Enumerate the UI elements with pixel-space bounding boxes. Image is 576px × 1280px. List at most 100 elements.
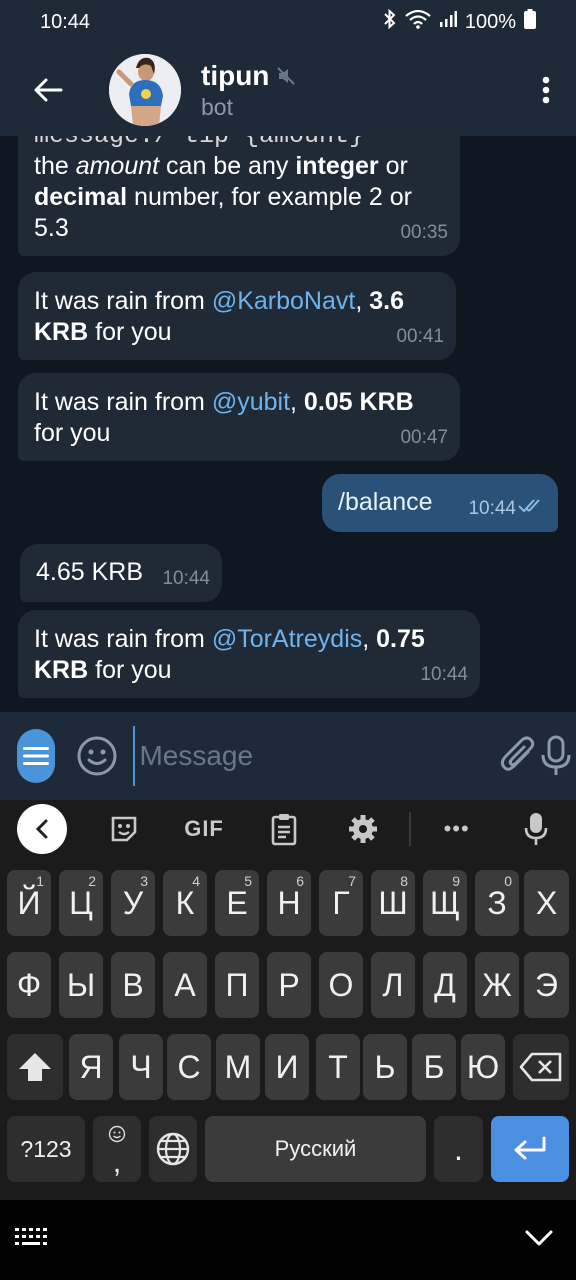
message-text: It was rain from @yubit, 0.05 KRB for you: [34, 388, 414, 447]
key[interactable]: Е5: [215, 870, 259, 936]
key[interactable]: Д: [423, 952, 467, 1018]
key[interactable]: Ь: [363, 1034, 407, 1100]
message-bubble-outgoing[interactable]: /balance 10:44: [322, 474, 558, 532]
double-check-icon: [518, 491, 546, 522]
key[interactable]: Х: [524, 870, 569, 936]
user-mention-link[interactable]: @TorAtreydis: [212, 625, 362, 653]
key[interactable]: Й1: [7, 870, 51, 936]
message-line: decimal number, for example 2 or: [34, 183, 412, 211]
keyboard-collapse-button[interactable]: [17, 804, 67, 854]
globe-icon: [156, 1132, 190, 1166]
key-row-1: Й1 Ц2 У3 К4 Е5 Н6 Г7 Ш8 Щ9 З0 Х: [0, 870, 576, 936]
message-bubble[interactable]: message:/ tip {amount} the amount can be…: [18, 136, 460, 256]
gif-button[interactable]: GIF: [164, 816, 244, 842]
voice-input-button[interactable]: [496, 812, 576, 846]
key[interactable]: К4: [163, 870, 207, 936]
key[interactable]: У3: [111, 870, 155, 936]
message-bubble[interactable]: 4.65 KRB 10:44: [20, 544, 222, 602]
chat-title-row[interactable]: tipun: [201, 60, 516, 92]
period-key[interactable]: .: [434, 1116, 483, 1182]
chat-header: tipun bot: [0, 44, 576, 136]
key[interactable]: Л: [371, 952, 415, 1018]
chat-area[interactable]: message:/ tip {amount} the amount can be…: [0, 136, 576, 712]
more-tools-button[interactable]: •••: [417, 816, 497, 842]
keyboard-switch-button[interactable]: [14, 1226, 50, 1255]
keyboard: GIF ••• Й1 Ц2 У3 К4 Е5 Н6 Г7 Ш8 Щ9 З0 Х …: [0, 800, 576, 1200]
avatar[interactable]: [109, 54, 181, 126]
status-time: 10:44: [40, 10, 91, 33]
space-key[interactable]: Русский: [205, 1116, 426, 1182]
backspace-key[interactable]: [513, 1034, 569, 1100]
key[interactable]: Р: [267, 952, 311, 1018]
message-time: 10:44: [468, 498, 516, 519]
navigation-bar: [0, 1200, 576, 1280]
message-input-bar: [0, 712, 576, 800]
back-button[interactable]: [0, 44, 96, 136]
key[interactable]: В: [111, 952, 155, 1018]
numbers-key[interactable]: ?123: [7, 1116, 85, 1182]
key[interactable]: З0: [475, 870, 519, 936]
key[interactable]: Б: [412, 1034, 456, 1100]
key[interactable]: Н6: [267, 870, 311, 936]
key[interactable]: С: [167, 1034, 211, 1100]
keyboard-settings-button[interactable]: [323, 813, 403, 845]
key[interactable]: Ф: [7, 952, 51, 1018]
key[interactable]: Ю: [461, 1034, 505, 1100]
message-bubble[interactable]: It was rain from @yubit, 0.05 KRB for you…: [18, 373, 460, 461]
hide-keyboard-button[interactable]: [524, 1229, 554, 1252]
emoji-comma-key[interactable]: ,: [93, 1116, 141, 1182]
key-row-2: Ф Ы В А П Р О Л Д Ж Э: [0, 952, 576, 1018]
key[interactable]: Ж: [475, 952, 519, 1018]
message-time: 00:41: [396, 326, 444, 347]
language-key[interactable]: [149, 1116, 197, 1182]
message-line: message:/ tip {amount}: [34, 136, 444, 151]
key[interactable]: О: [319, 952, 363, 1018]
key[interactable]: Ы: [59, 952, 103, 1018]
user-mention-link[interactable]: @KarboNavt: [212, 287, 356, 315]
emoji-button[interactable]: [75, 734, 119, 778]
gear-icon: [349, 815, 378, 843]
bluetooth-icon: [383, 8, 397, 35]
back-arrow-icon: [34, 78, 63, 102]
paperclip-icon: [501, 736, 535, 771]
sticker-icon: [112, 816, 137, 842]
user-mention-link[interactable]: @yubit: [212, 388, 290, 416]
key[interactable]: П: [215, 952, 259, 1018]
bot-menu-button[interactable]: [17, 729, 56, 783]
toolbar-divider: [408, 812, 411, 846]
mute-icon: [277, 60, 296, 92]
clipboard-button[interactable]: [244, 812, 324, 846]
battery-icon: [524, 9, 536, 35]
key[interactable]: Ш8: [371, 870, 415, 936]
emoji-icon: [108, 1125, 126, 1143]
message-input[interactable]: [133, 726, 501, 786]
backspace-icon: [519, 1052, 562, 1082]
key[interactable]: И: [265, 1034, 309, 1100]
clipboard-icon: [271, 814, 296, 846]
enter-key[interactable]: [491, 1116, 569, 1182]
enter-icon: [514, 1136, 546, 1160]
key-row-3: Я Ч С М И Т Ь Б Ю: [0, 1034, 576, 1100]
key[interactable]: Ч: [119, 1034, 163, 1100]
key[interactable]: Т: [316, 1034, 360, 1100]
voice-message-button[interactable]: [536, 735, 576, 777]
key[interactable]: Э: [524, 952, 569, 1018]
attach-button[interactable]: [500, 736, 536, 776]
message-time: 00:35: [400, 222, 448, 243]
message-bubble[interactable]: It was rain from @KarboNavt, 3.6 KRB for …: [18, 272, 456, 360]
shift-key[interactable]: [7, 1034, 63, 1100]
key[interactable]: Г7: [319, 870, 363, 936]
key-row-4: ?123 , Русский .: [0, 1116, 576, 1182]
key[interactable]: Щ9: [423, 870, 467, 936]
key[interactable]: Ц2: [59, 870, 103, 936]
sticker-button[interactable]: [85, 814, 165, 844]
signal-icon: [439, 10, 457, 34]
message-bubble[interactable]: It was rain from @TorAtreydis, 0.75 KRB f…: [18, 610, 480, 698]
key[interactable]: М: [216, 1034, 260, 1100]
message-time: 00:47: [400, 427, 448, 448]
smiley-icon: [77, 736, 117, 776]
key[interactable]: А: [163, 952, 207, 1018]
microphone-icon: [541, 735, 571, 775]
more-menu-button[interactable]: [516, 44, 576, 136]
key[interactable]: Я: [69, 1034, 113, 1100]
